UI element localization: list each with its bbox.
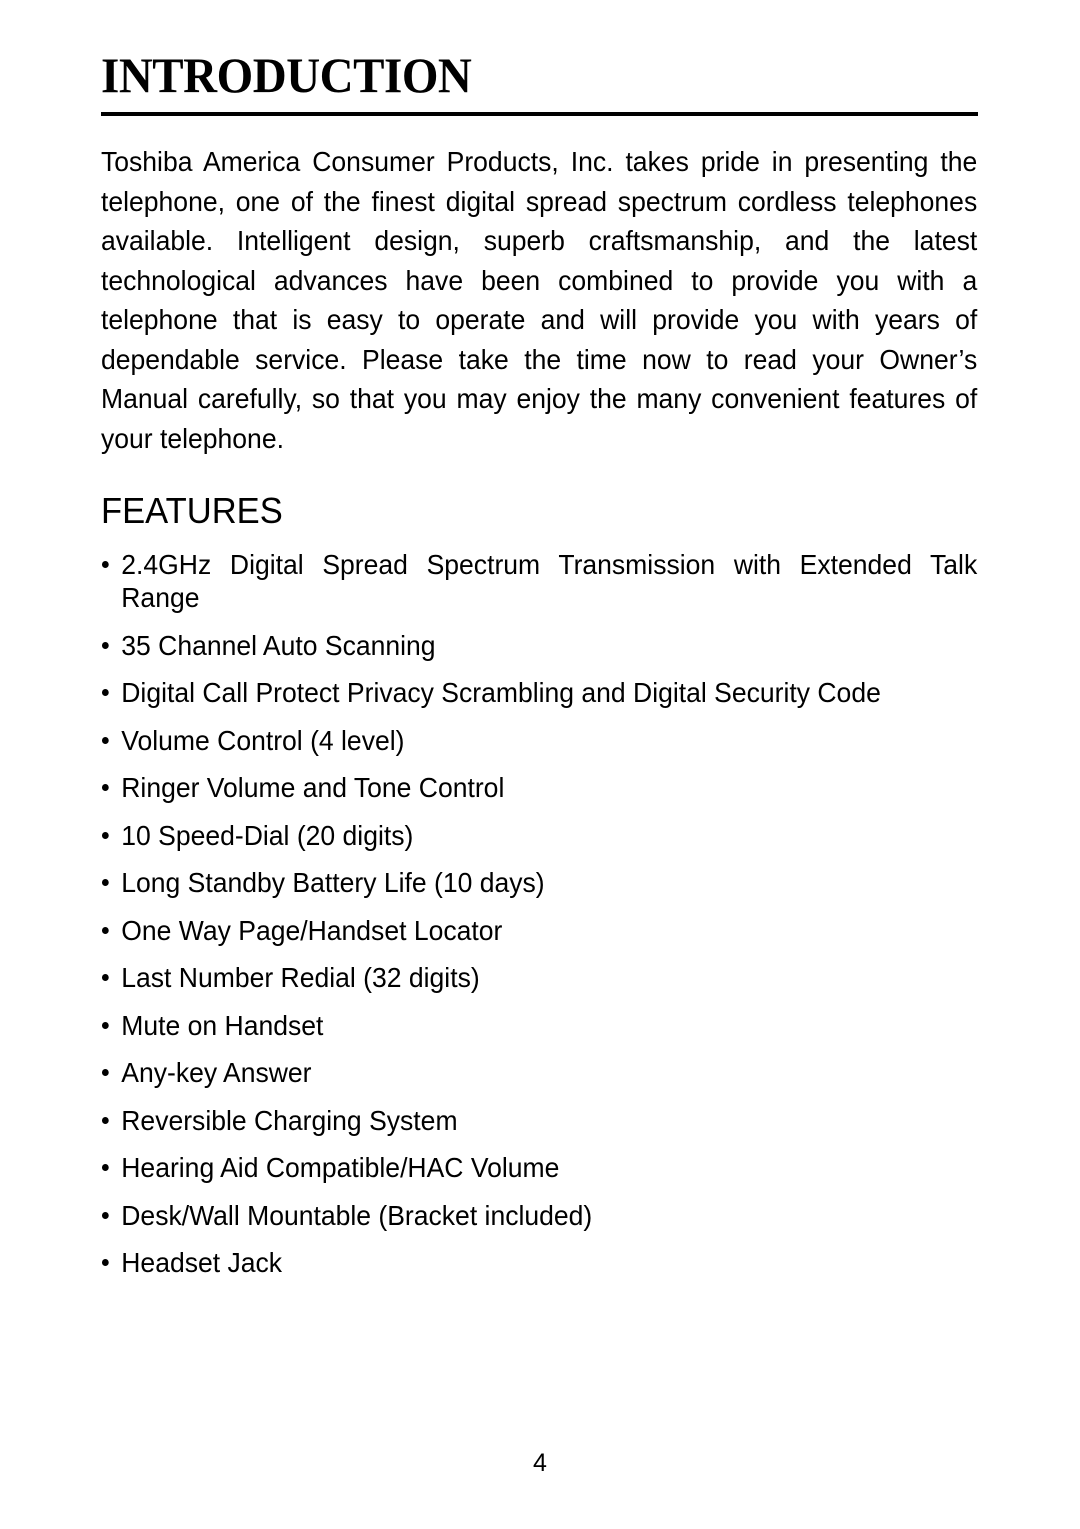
bullet-icon [101, 1069, 109, 1076]
list-item-label: Ringer Volume and Tone Control [121, 772, 505, 803]
list-item-label: Headset Jack [121, 1247, 283, 1278]
list-item: Desk/Wall Mountable (Bracket included) [101, 1199, 977, 1232]
list-item: Ringer Volume and Tone Control [101, 771, 977, 804]
list-item: One Way Page/Handset Locator [101, 914, 977, 947]
bullet-icon [101, 831, 109, 839]
list-item-label: Last Number Redial (32 digits) [121, 962, 480, 993]
list-item-label: Digital Call Protect Privacy Scrambling … [121, 677, 881, 708]
bullet-icon [101, 784, 109, 791]
bullet-icon [101, 926, 109, 934]
list-item-label: Desk/Wall Mountable (Bracket included) [121, 1199, 593, 1231]
list-item-label: Any-key Answer [121, 1057, 312, 1088]
bullet-icon [101, 1259, 109, 1266]
list-item-label: One Way Page/Handset Locator [121, 914, 503, 946]
list-item: Any-key Answer [101, 1056, 977, 1089]
bullet-icon [101, 879, 109, 886]
list-item: Reversible Charging System [101, 1104, 977, 1137]
list-item-label: 35 Channel Auto Scanning [121, 629, 436, 661]
title-divider [101, 112, 978, 116]
bullet-icon [101, 736, 109, 744]
list-item-label: Mute on Handset [121, 1009, 324, 1041]
list-item: Long Standby Battery Life (10 days) [101, 866, 977, 899]
list-item-label: 2.4GHz Digital Spread Spectrum Transmiss… [121, 549, 978, 613]
bullet-icon [101, 1021, 109, 1029]
list-item: 10 Speed-Dial (20 digits) [101, 819, 977, 852]
bullet-icon [101, 641, 109, 649]
features-heading: FEATURES [101, 490, 283, 531]
bullet-icon [101, 974, 109, 981]
bullet-icon [101, 1211, 109, 1219]
page-title: INTRODUCTION [101, 47, 472, 103]
list-item: Last Number Redial (32 digits) [101, 961, 977, 994]
list-item-label: Volume Control (4 level) [121, 724, 405, 756]
page-number: 4 [533, 1449, 547, 1477]
document-page: INTRODUCTION Toshiba America Consumer Pr… [0, 0, 1080, 1529]
list-item: 2.4GHz Digital Spread Spectrum Transmiss… [101, 548, 977, 614]
list-item-label: Long Standby Battery Life (10 days) [121, 867, 545, 898]
list-item-label: Reversible Charging System [121, 1104, 458, 1136]
list-item: Volume Control (4 level) [101, 724, 977, 757]
list-item-label: Hearing Aid Compatible/HAC Volume [121, 1152, 560, 1183]
list-item: Hearing Aid Compatible/HAC Volume [101, 1151, 977, 1184]
bullet-icon [101, 561, 109, 568]
bullet-icon [101, 689, 109, 696]
page-content: INTRODUCTION Toshiba America Consumer Pr… [101, 50, 978, 1294]
list-item: Digital Call Protect Privacy Scrambling … [101, 676, 977, 709]
list-item-label: 10 Speed-Dial (20 digits) [121, 819, 414, 851]
features-list: 2.4GHz Digital Spread Spectrum Transmiss… [101, 548, 977, 1279]
list-item: 35 Channel Auto Scanning [101, 629, 977, 662]
intro-paragraph: Toshiba America Consumer Products, Inc. … [101, 146, 978, 454]
list-item: Mute on Handset [101, 1009, 977, 1042]
bullet-icon [101, 1116, 109, 1124]
bullet-icon [101, 1164, 109, 1171]
list-item: Headset Jack [101, 1246, 977, 1279]
